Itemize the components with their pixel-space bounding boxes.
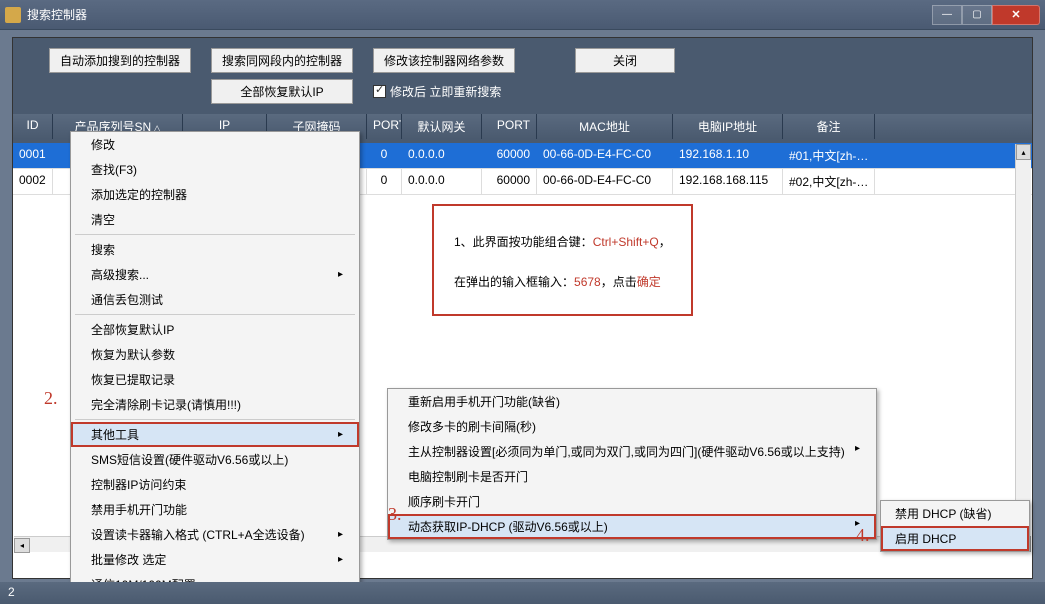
title-bar: 搜索控制器 <box>0 0 1045 30</box>
app-icon <box>5 7 21 23</box>
submenu-item[interactable]: 启用 DHCP <box>881 526 1029 551</box>
menu-item[interactable]: 通信丢包测试 <box>71 287 359 312</box>
menu-item[interactable]: 恢复为默认参数 <box>71 342 359 367</box>
menu-item[interactable]: 恢复已提取记录 <box>71 367 359 392</box>
col-cip[interactable]: 电脑IP地址 <box>673 114 783 139</box>
menu-item[interactable]: 清空 <box>71 207 359 232</box>
instruction-note: 1、此界面按功能组合键：Ctrl+Shift+Q， 在弹出的输入框输入：5678… <box>432 204 693 316</box>
close-window-button[interactable] <box>992 5 1040 25</box>
step-4-label: 4. <box>856 525 870 546</box>
menu-item[interactable]: 全部恢复默认IP <box>71 317 359 342</box>
menu-item[interactable]: 修改 <box>71 132 359 157</box>
scroll-up-icon[interactable]: ▴ <box>1016 144 1031 160</box>
menu-item[interactable]: 其他工具 <box>71 422 359 447</box>
resarch-checkbox-wrap[interactable]: 修改后 立即重新搜索 <box>373 79 515 100</box>
context-menu: 修改查找(F3)添加选定的控制器清空搜索高级搜索...通信丢包测试全部恢复默认I… <box>70 131 360 598</box>
search-subnet-button[interactable]: 搜索同网段内的控制器 <box>211 48 353 73</box>
submenu-dhcp: 禁用 DHCP (缺省)启用 DHCP <box>880 500 1030 552</box>
reset-all-ip-button[interactable]: 全部恢复默认IP <box>211 79 353 104</box>
scroll-left-icon[interactable]: ◂ <box>14 538 30 553</box>
col-gw[interactable]: 默认网关 <box>402 114 482 139</box>
col-id[interactable]: ID <box>13 114 53 139</box>
step-2-label: 2. <box>44 388 58 409</box>
menu-item[interactable]: 完全清除刷卡记录(请慎用!!!) <box>71 392 359 417</box>
col-mac[interactable]: MAC地址 <box>537 114 673 139</box>
research-checkbox-label: 修改后 立即重新搜索 <box>390 83 501 100</box>
menu-item[interactable]: 控制器IP访问约束 <box>71 472 359 497</box>
submenu-item[interactable]: 电脑控制刷卡是否开门 <box>388 464 876 489</box>
submenu-item[interactable]: 顺序刷卡开门 <box>388 489 876 514</box>
submenu-item[interactable]: 禁用 DHCP (缺省) <box>881 501 1029 526</box>
vertical-scrollbar[interactable]: ▴ ▾ <box>1015 144 1031 552</box>
maximize-button[interactable] <box>962 5 992 25</box>
submenu-other-tools: 重新启用手机开门功能(缺省)修改多卡的刷卡间隔(秒)主从控制器设置[必须同为单门… <box>387 388 877 540</box>
menu-item[interactable]: 设置读卡器输入格式 (CTRL+A全选设备) <box>71 522 359 547</box>
step-3-label: 3. <box>388 504 402 525</box>
window-controls <box>932 5 1040 25</box>
col-rmk[interactable]: 备注 <box>783 114 875 139</box>
menu-item[interactable]: 添加选定的控制器 <box>71 182 359 207</box>
col-port[interactable]: PORT <box>367 114 402 139</box>
submenu-item[interactable]: 重新启用手机开门功能(缺省) <box>388 389 876 414</box>
status-text: 2 <box>8 585 15 599</box>
menu-item[interactable]: 禁用手机开门功能 <box>71 497 359 522</box>
submenu-item[interactable]: 动态获取IP-DHCP (驱动V6.56或以上) <box>388 514 876 539</box>
submenu-item[interactable]: 主从控制器设置[必须同为单门,或同为双门,或同为四门](硬件驱动V6.56或以上… <box>388 439 876 464</box>
research-checkbox[interactable] <box>373 85 386 98</box>
menu-item[interactable]: 查找(F3) <box>71 157 359 182</box>
menu-item[interactable]: 高级搜索... <box>71 262 359 287</box>
modify-network-button[interactable]: 修改该控制器网络参数 <box>373 48 515 73</box>
menu-item[interactable]: 批量修改 选定 <box>71 547 359 572</box>
minimize-button[interactable] <box>932 5 962 25</box>
menu-item[interactable]: 搜索 <box>71 237 359 262</box>
window-title: 搜索控制器 <box>27 6 932 23</box>
col-port2[interactable]: PORT <box>482 114 537 139</box>
menu-item[interactable]: SMS短信设置(硬件驱动V6.56或以上) <box>71 447 359 472</box>
status-bar: 2 <box>0 582 1045 604</box>
submenu-item[interactable]: 修改多卡的刷卡间隔(秒) <box>388 414 876 439</box>
auto-add-button[interactable]: 自动添加搜到的控制器 <box>49 48 191 73</box>
toolbar: 自动添加搜到的控制器 搜索同网段内的控制器 全部恢复默认IP 修改该控制器网络参… <box>13 38 1032 114</box>
close-button[interactable]: 关闭 <box>575 48 675 73</box>
